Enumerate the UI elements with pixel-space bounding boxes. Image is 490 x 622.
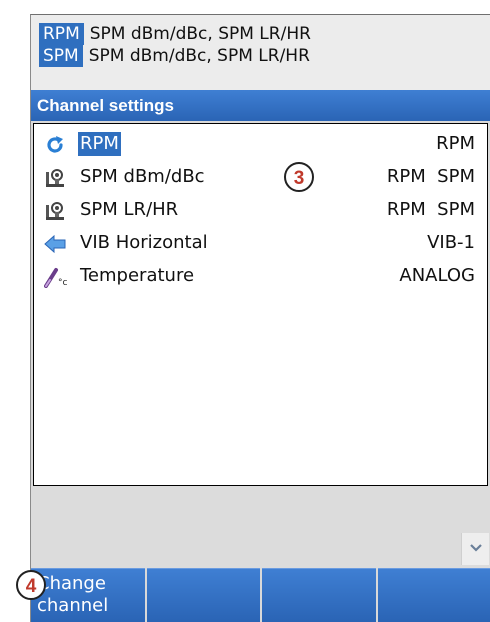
page-title: Channel settings: [31, 90, 490, 121]
device-screen: RPMSPM dBm/dBc, SPM LR/HR SPMSPM dBm/dBc…: [30, 14, 490, 622]
channel-name: VIB Horizontal: [78, 231, 210, 255]
header-tag-spm: SPM: [39, 45, 83, 67]
header-line-1: RPM SPM dBm/dBc, SPM LR/HR: [39, 23, 311, 45]
header-text-2: SPM dBm/dBc, SPM LR/HR: [89, 46, 310, 66]
change-channel-button[interactable]: Change channel: [31, 568, 145, 622]
arrow-left-icon: [44, 233, 66, 255]
spm-sensor-icon: [44, 200, 66, 222]
channel-value: RPM SPM: [387, 165, 475, 189]
softkey-4[interactable]: [378, 568, 490, 622]
channel-name: SPM dBm/dBc: [78, 165, 207, 189]
softkey-3[interactable]: [262, 568, 376, 622]
scroll-down-button[interactable]: [461, 533, 489, 565]
list-item-rpm[interactable]: RPM RPM: [34, 128, 487, 161]
list-item-vib-horizontal[interactable]: VIB Horizontal VIB-1: [34, 227, 487, 260]
channel-list[interactable]: RPM RPM SPM dBm/dBc RPM SPM: [33, 123, 488, 486]
softkey-2[interactable]: [147, 568, 261, 622]
list-item-temperature[interactable]: °c Temperature ANALOG: [34, 260, 487, 293]
list-item-spm-lrhr[interactable]: SPM LR/HR RPM SPM: [34, 194, 487, 227]
svg-text:°c: °c: [58, 278, 68, 288]
channel-name: Temperature: [78, 264, 196, 288]
softkey-label-line-2: channel: [37, 595, 145, 617]
active-channels-header: RPMSPM dBm/dBc, SPM LR/HR SPMSPM dBm/dBc…: [31, 15, 490, 90]
channel-value: VIB-1: [427, 231, 475, 255]
channel-name: RPM: [78, 132, 121, 156]
header-text-1: SPM dBm/dBc, SPM LR/HR: [90, 24, 311, 44]
channel-value: ANALOG: [399, 264, 475, 288]
list-item-spm-dbm[interactable]: SPM dBm/dBc RPM SPM: [34, 161, 487, 194]
lower-panel: [31, 486, 490, 568]
callout-3: 3: [284, 162, 314, 192]
channel-value: RPM SPM: [387, 198, 475, 222]
softkey-label-line-1: Change: [37, 573, 145, 595]
channel-name: SPM LR/HR: [78, 198, 180, 222]
header-line-2: SPM SPM dBm/dBc, SPM LR/HR: [39, 45, 310, 67]
refresh-icon: [44, 134, 66, 156]
spm-sensor-icon: [44, 167, 66, 189]
softkey-bar: Change channel: [31, 568, 490, 622]
header-tag-rpm: RPM: [39, 23, 84, 45]
callout-4: 4: [16, 570, 46, 600]
channel-value: RPM: [436, 132, 475, 156]
temperature-probe-icon: °c: [44, 266, 66, 288]
